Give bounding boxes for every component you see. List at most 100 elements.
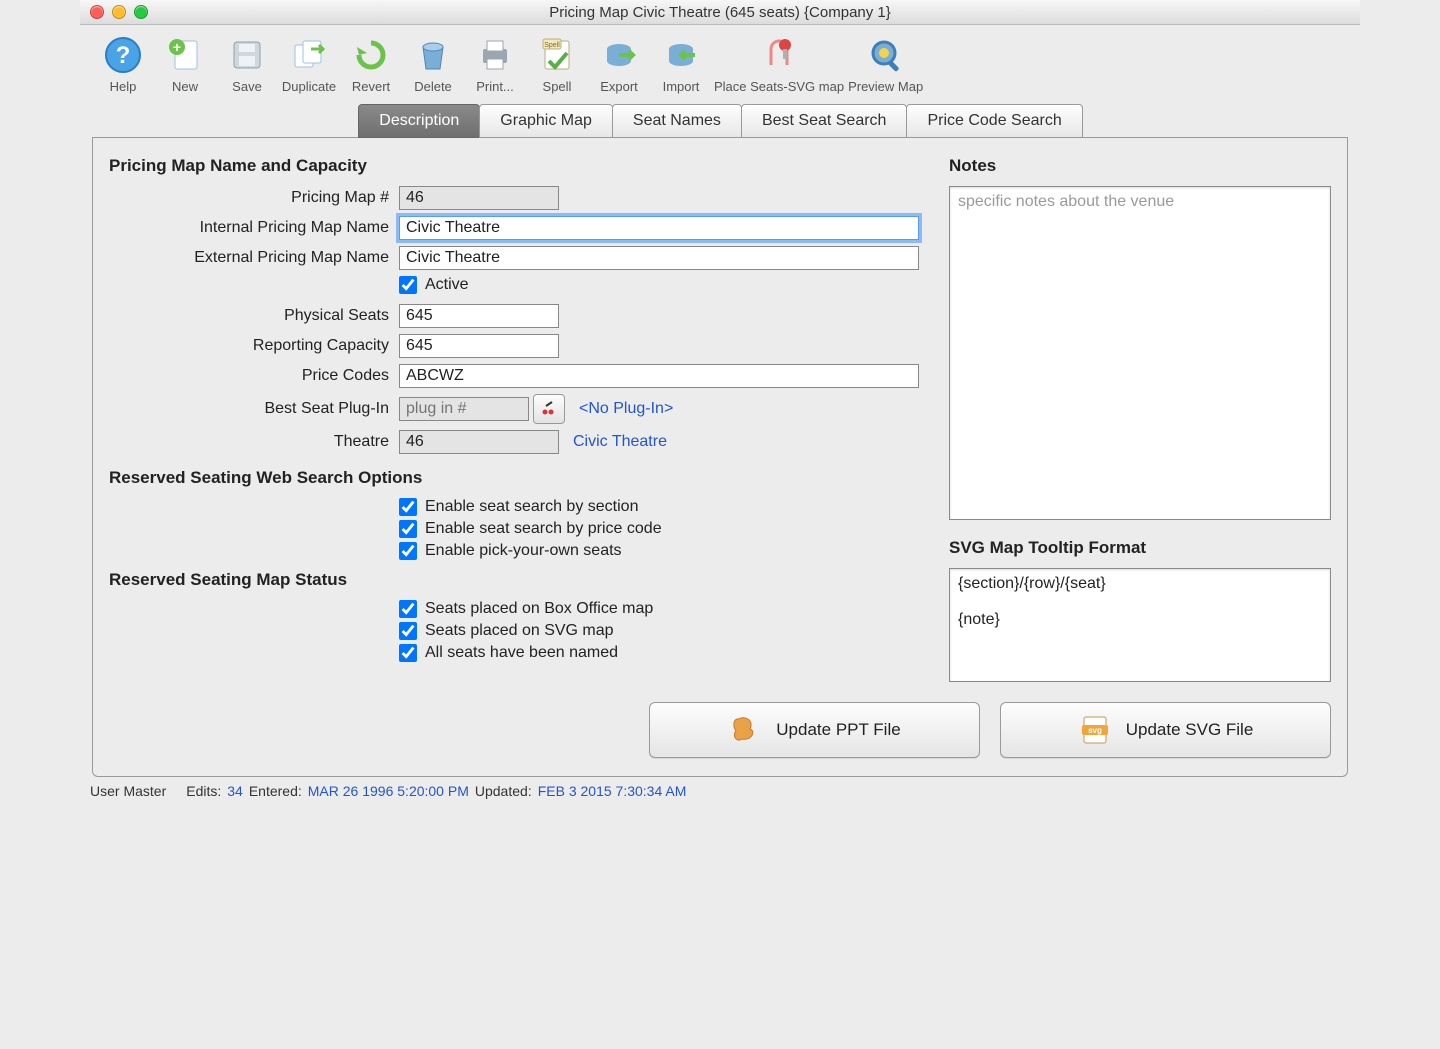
import-toolbar-button[interactable]: Import: [652, 33, 710, 94]
ppt-icon: [728, 713, 762, 747]
svg-file-icon: svg: [1078, 713, 1112, 747]
help-toolbar-label: Help: [110, 79, 137, 94]
titlebar: Pricing Map Civic Theatre (645 seats) {C…: [80, 0, 1360, 25]
tab-best-seat-search[interactable]: Best Seat Search: [741, 104, 908, 138]
preview-map-toolbar-label: Preview Map: [848, 79, 923, 94]
heading-svg-tooltip: SVG Map Tooltip Format: [949, 538, 1331, 558]
tab-bar: DescriptionGraphic MapSeat NamesBest Sea…: [92, 104, 1348, 138]
physical-seats-field[interactable]: [399, 304, 559, 328]
label-internal-name: Internal Pricing Map Name: [109, 219, 399, 237]
tab-description[interactable]: Description: [358, 104, 480, 138]
web-search-pick-own-row: Enable pick-your-own seats: [399, 542, 929, 560]
label-best-seat-plugin: Best Seat Plug-In: [109, 400, 399, 418]
save-icon: [225, 33, 269, 77]
description-panel: Pricing Map Name and Capacity Pricing Ma…: [92, 138, 1348, 777]
search-price-label: Enable seat search by price code: [425, 520, 662, 538]
tab-price-code-search[interactable]: Price Code Search: [906, 104, 1082, 138]
new-toolbar-button[interactable]: + New: [156, 33, 214, 94]
import-toolbar-label: Import: [663, 79, 700, 94]
svg-text:+: +: [173, 39, 181, 55]
window-title: Pricing Map Civic Theatre (645 seats) {C…: [80, 4, 1360, 21]
price-codes-field[interactable]: [399, 364, 919, 388]
spell-toolbar-label: Spell: [543, 79, 572, 94]
label-pricing-map-num: Pricing Map #: [109, 189, 399, 207]
svg-text:?: ?: [116, 42, 131, 69]
export-toolbar-label: Export: [600, 79, 638, 94]
label-external-name: External Pricing Map Name: [109, 249, 399, 267]
print-icon: [473, 33, 517, 77]
pricing-map-num-field[interactable]: [399, 186, 559, 210]
map-status-all-named-row: All seats have been named: [399, 644, 929, 662]
update-ppt-label: Update PPT File: [776, 720, 900, 740]
plugin-picker-button[interactable]: [533, 394, 565, 424]
internal-name-field[interactable]: [399, 216, 919, 240]
help-toolbar-button[interactable]: ? Help: [94, 33, 152, 94]
new-toolbar-label: New: [172, 79, 198, 94]
all-named-checkbox[interactable]: [399, 644, 417, 662]
heading-notes: Notes: [949, 156, 1331, 176]
heading-name-capacity: Pricing Map Name and Capacity: [109, 156, 929, 176]
save-toolbar-label: Save: [232, 79, 262, 94]
placed-svg-checkbox[interactable]: [399, 622, 417, 640]
status-entered-value[interactable]: MAR 26 1996 5:20:00 PM: [308, 783, 469, 799]
print-toolbar-button[interactable]: Print...: [466, 33, 524, 94]
status-user: User Master: [90, 783, 166, 799]
tab-graphic-map[interactable]: Graphic Map: [479, 104, 613, 138]
status-edits-label: Edits:: [186, 783, 221, 799]
placed-svg-label: Seats placed on SVG map: [425, 622, 614, 640]
pick-own-label: Enable pick-your-own seats: [425, 542, 622, 560]
status-edits-value[interactable]: 34: [227, 783, 243, 799]
placed-box-checkbox[interactable]: [399, 600, 417, 618]
spell-icon: Spell: [535, 33, 579, 77]
label-price-codes: Price Codes: [109, 367, 399, 385]
status-entered-label: Entered:: [249, 783, 302, 799]
all-named-label: All seats have been named: [425, 644, 618, 662]
search-section-checkbox[interactable]: [399, 498, 417, 516]
place-seats-toolbar-label: Place Seats-SVG map: [714, 79, 844, 94]
plugin-link[interactable]: <No Plug-In>: [579, 400, 673, 418]
preview-map-toolbar-button[interactable]: Preview Map: [848, 33, 923, 94]
status-updated-value[interactable]: FEB 3 2015 7:30:34 AM: [538, 783, 687, 799]
svg-tooltip-textarea[interactable]: {section}/{row}/{seat} {note}: [949, 568, 1331, 682]
notes-textarea[interactable]: specific notes about the venue: [949, 186, 1331, 520]
tab-seat-names[interactable]: Seat Names: [612, 104, 742, 138]
update-svg-label: Update SVG File: [1126, 720, 1254, 740]
best-seat-plugin-field[interactable]: [399, 397, 529, 421]
reporting-capacity-field[interactable]: [399, 334, 559, 358]
revert-icon: [349, 33, 393, 77]
svg-text:svg: svg: [1088, 726, 1102, 735]
duplicate-icon: [287, 33, 331, 77]
spell-toolbar-button[interactable]: Spell Spell: [528, 33, 586, 94]
new-icon: +: [163, 33, 207, 77]
toolbar: ? Help + New Save Duplicate Revert Delete Print.…: [80, 25, 1360, 104]
label-theatre: Theatre: [109, 433, 399, 451]
help-icon: ?: [101, 33, 145, 77]
plugin-picker-icon: [540, 400, 558, 418]
heading-map-status: Reserved Seating Map Status: [109, 570, 929, 590]
active-checkbox[interactable]: [399, 276, 417, 294]
duplicate-toolbar-button[interactable]: Duplicate: [280, 33, 338, 94]
status-updated-label: Updated:: [475, 783, 532, 799]
place-seats-toolbar-button[interactable]: Place Seats-SVG map: [714, 33, 844, 94]
update-svg-button[interactable]: svg Update SVG File: [1000, 702, 1331, 758]
place-seats-icon: [757, 33, 801, 77]
delete-icon: [411, 33, 455, 77]
revert-toolbar-button[interactable]: Revert: [342, 33, 400, 94]
export-icon: [597, 33, 641, 77]
theatre-field[interactable]: [399, 430, 559, 454]
update-ppt-button[interactable]: Update PPT File: [649, 702, 980, 758]
theatre-link[interactable]: Civic Theatre: [573, 433, 667, 451]
status-bar: User Master Edits: 34 Entered: MAR 26 19…: [80, 777, 1360, 805]
duplicate-toolbar-label: Duplicate: [282, 79, 336, 94]
pick-own-checkbox[interactable]: [399, 542, 417, 560]
export-toolbar-button[interactable]: Export: [590, 33, 648, 94]
label-reporting-capacity: Reporting Capacity: [109, 337, 399, 355]
delete-toolbar-label: Delete: [414, 79, 452, 94]
heading-web-search: Reserved Seating Web Search Options: [109, 468, 929, 488]
external-name-field[interactable]: [399, 246, 919, 270]
search-price-checkbox[interactable]: [399, 520, 417, 538]
search-section-label: Enable seat search by section: [425, 498, 638, 516]
delete-toolbar-button[interactable]: Delete: [404, 33, 462, 94]
svg-text:Spell: Spell: [544, 42, 560, 49]
save-toolbar-button[interactable]: Save: [218, 33, 276, 94]
